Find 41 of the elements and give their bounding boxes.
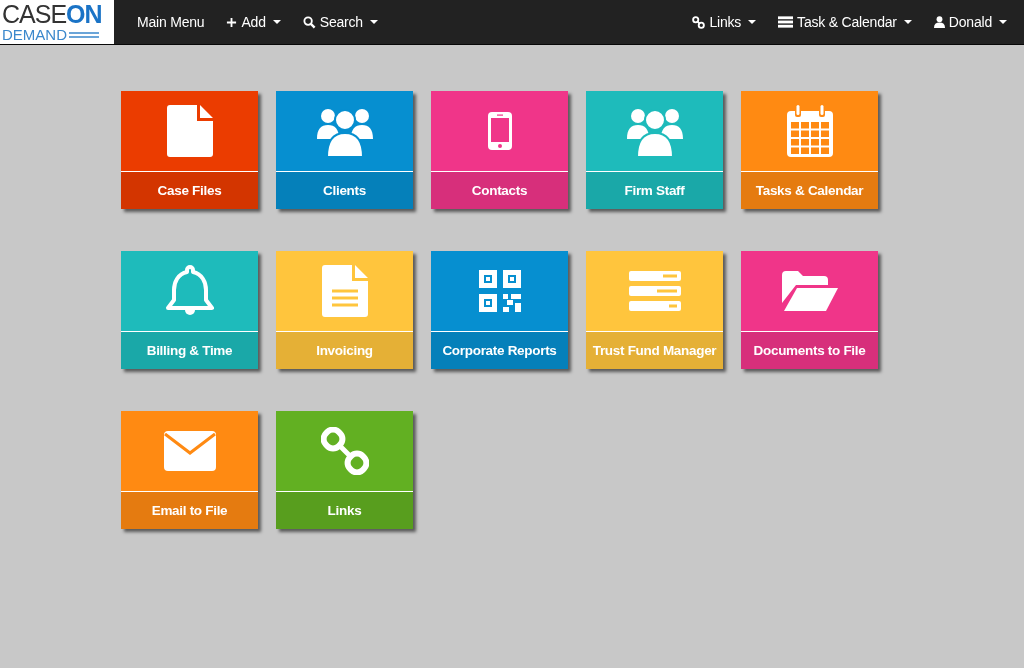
menu-tile[interactable]: Contacts bbox=[431, 91, 568, 209]
calendar-icon bbox=[786, 105, 833, 157]
nav-menu-item[interactable]: Add bbox=[215, 2, 292, 42]
nav-menu-item[interactable]: Donald bbox=[922, 2, 1018, 42]
menu-tile[interactable]: Case Files bbox=[121, 91, 258, 209]
link-icon bbox=[692, 15, 706, 29]
nav-menu-item[interactable]: Main Menu bbox=[126, 2, 216, 42]
lines-icon bbox=[69, 30, 99, 39]
caret-icon bbox=[748, 20, 757, 24]
nav-menu-item[interactable]: Search bbox=[291, 2, 389, 42]
nav-menu-item[interactable]: Task & Calendar bbox=[767, 2, 923, 42]
menu-tile[interactable]: Documents to File bbox=[741, 251, 878, 369]
caret-icon bbox=[369, 20, 378, 24]
menu-tile[interactable]: Links bbox=[276, 411, 413, 529]
menu-tile[interactable]: Tasks & Calendar bbox=[741, 91, 878, 209]
caret-icon bbox=[999, 20, 1007, 24]
document-icon bbox=[321, 265, 368, 317]
nav-menu-item[interactable]: Links bbox=[681, 2, 768, 42]
menu-tile[interactable]: Email to File bbox=[121, 411, 258, 529]
menu-tile[interactable]: Firm Staff bbox=[586, 91, 723, 209]
logo[interactable]: CASEON DEMAND bbox=[0, 0, 114, 44]
caret-icon bbox=[903, 20, 912, 24]
caret-icon bbox=[272, 20, 281, 24]
user-icon bbox=[933, 16, 945, 28]
logo-text: CASE bbox=[2, 2, 67, 27]
plus-icon bbox=[226, 16, 238, 28]
menu-tile[interactable]: Billing & Time bbox=[121, 251, 258, 369]
qr-code-icon bbox=[478, 270, 521, 312]
search-icon bbox=[302, 15, 316, 29]
folder-icon bbox=[781, 271, 838, 311]
envelope-icon bbox=[163, 431, 216, 471]
menu-tile[interactable]: Clients bbox=[276, 91, 413, 209]
tasks-icon bbox=[778, 16, 794, 28]
logo-text: DEMAND bbox=[2, 27, 67, 42]
phone-icon bbox=[487, 112, 512, 150]
logo-text: ON bbox=[66, 2, 102, 27]
file-icon bbox=[166, 105, 213, 157]
link-icon bbox=[320, 427, 369, 475]
tasks-icon bbox=[628, 271, 681, 311]
bell-icon bbox=[165, 265, 214, 317]
menu-tile[interactable]: Corporate Reports bbox=[431, 251, 568, 369]
